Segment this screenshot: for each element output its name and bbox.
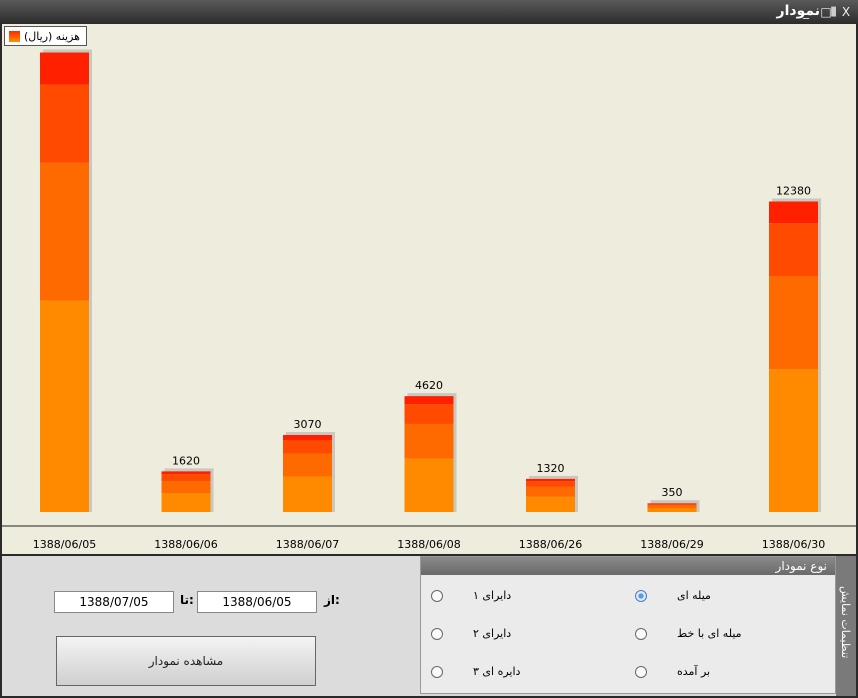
chart-type-group-title: نوع نمودار xyxy=(421,557,835,575)
display-settings-tab[interactable]: تنظیمات نمایش xyxy=(836,556,856,696)
radio-pie-2-label: دایرای ۲ xyxy=(473,627,512,640)
chart-area: 1388/06/05 1620 1388/06/06 3070 1388/06/07 46… xyxy=(2,24,856,554)
bar-segment xyxy=(40,162,89,301)
radio-bar-label: میله ای xyxy=(677,589,711,602)
x-tick-label: 1388/06/06 xyxy=(154,538,217,551)
show-chart-button[interactable]: مشاهده نمودار xyxy=(56,636,316,686)
bar-segment xyxy=(161,471,211,475)
bar-segment xyxy=(526,481,575,487)
radio-bar[interactable]: میله ای xyxy=(635,589,711,602)
bar-segment xyxy=(40,84,89,163)
bar-segment xyxy=(161,493,211,512)
radio-bar-dot[interactable] xyxy=(635,589,647,602)
from-date-field[interactable]: 1388/06/05 xyxy=(197,591,317,613)
window-title: نمودار xyxy=(776,3,820,19)
settings-panel: 1388/07/05 تا: 1388/06/05 از: مشاهده نمو… xyxy=(2,556,856,696)
date-filter-panel: 1388/07/05 تا: 1388/06/05 از: مشاهده نمو… xyxy=(2,556,420,696)
display-settings-tab-label: تنظیمات نمایش xyxy=(839,586,852,659)
bar-segment xyxy=(526,478,575,482)
title-bar[interactable]: X □ _ نمودار ▮ xyxy=(0,0,858,24)
radio-pie-1[interactable]: دایرای ۱ xyxy=(431,589,511,602)
x-tick-label: 1388/06/08 xyxy=(397,538,460,551)
bar-segment xyxy=(769,201,818,224)
x-tick-label: 1388/06/07 xyxy=(276,538,339,551)
x-tick-label: 1388/06/30 xyxy=(762,538,825,551)
radio-bar-line-dot[interactable] xyxy=(635,627,647,640)
legend-label: هزینه (ریال) xyxy=(24,29,80,43)
bar-value-label: 3070 xyxy=(294,418,322,431)
from-label: از: xyxy=(324,593,340,607)
bar-segment xyxy=(404,423,454,459)
to-label: تا: xyxy=(180,593,194,607)
bar-segment xyxy=(647,505,697,508)
radio-area-label: بر آمده xyxy=(677,665,711,678)
radio-area-dot[interactable] xyxy=(635,665,647,678)
radio-pie-1-label: دایرای ۱ xyxy=(473,589,512,602)
bar-segment xyxy=(647,503,697,504)
bar-segment xyxy=(647,507,697,512)
bar-segment xyxy=(283,440,332,454)
radio-pie-2[interactable]: دایرای ۲ xyxy=(431,627,511,640)
legend: هزینه (ریال) xyxy=(4,26,87,46)
bar-value-label: 1620 xyxy=(172,454,200,467)
radio-pie-3[interactable]: دایره ای ۳ xyxy=(431,665,520,678)
radio-pie-1-dot[interactable] xyxy=(431,589,443,602)
chart-window: X □ _ نمودار ▮ 1388/06/05 1620 1388/06/06 3… xyxy=(0,0,858,698)
bar-segment xyxy=(404,458,454,512)
bar-chart: 1388/06/05 1620 1388/06/06 3070 1388/06/07 46… xyxy=(2,49,856,551)
bar-value-label: 350 xyxy=(662,486,683,499)
radio-bar-line-label: میله ای با خط xyxy=(677,627,742,640)
bar-segment xyxy=(404,396,454,405)
x-tick-label: 1388/06/29 xyxy=(640,538,703,551)
radio-pie-2-dot[interactable] xyxy=(431,627,443,640)
bar-segment xyxy=(283,453,332,477)
bar-segment xyxy=(161,481,211,494)
radio-bar-line[interactable]: میله ای با خط xyxy=(635,627,742,640)
bar-value-label: 4620 xyxy=(415,379,443,392)
bar-segment xyxy=(283,476,332,512)
bar-segment xyxy=(404,404,454,424)
x-tick-label: 1388/06/05 xyxy=(33,538,96,551)
bar-segment xyxy=(40,300,89,512)
to-date-field[interactable]: 1388/07/05 xyxy=(54,591,174,613)
bar-segment xyxy=(526,496,575,512)
bar-segment xyxy=(769,369,818,512)
bar-segment xyxy=(647,503,697,506)
radio-area[interactable]: بر آمده xyxy=(635,665,710,678)
bar-segment xyxy=(283,435,332,441)
bar-segment xyxy=(161,474,211,482)
chart-type-group: نوع نمودار میله ای میله ای با خط بر آمده… xyxy=(420,556,836,694)
x-tick-label: 1388/06/26 xyxy=(519,538,582,551)
bar-value-label: 1320 xyxy=(537,462,565,475)
bar-segment xyxy=(40,52,89,85)
bar-segment xyxy=(769,223,818,277)
radio-pie-3-label: دایره ای ۳ xyxy=(473,665,521,678)
bar-segment xyxy=(526,486,575,497)
bar-segment xyxy=(769,276,818,370)
radio-pie-3-dot[interactable] xyxy=(431,665,443,678)
bar-value-label: 12380 xyxy=(776,184,811,197)
legend-swatch xyxy=(9,30,20,42)
app-icon: ▮ xyxy=(830,4,838,19)
